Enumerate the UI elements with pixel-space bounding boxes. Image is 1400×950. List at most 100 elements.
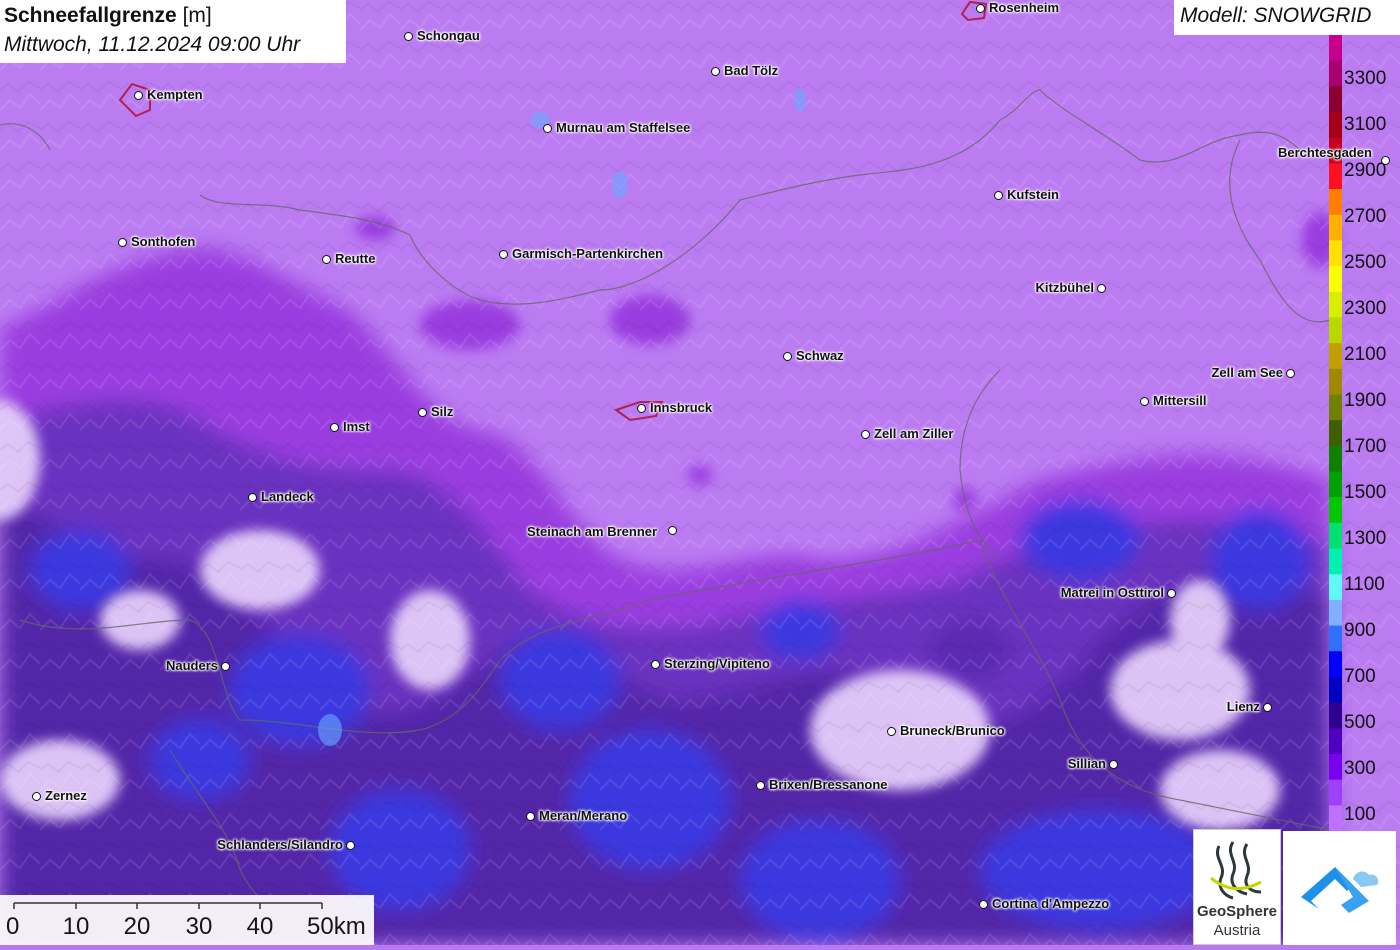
city-dot[interactable]	[1097, 284, 1106, 293]
city-label: Kitzbühel	[1035, 280, 1095, 295]
snow-mountain-icon	[1301, 867, 1379, 913]
city-dot[interactable]	[1381, 156, 1390, 165]
city-dot[interactable]	[668, 526, 677, 535]
legend-label: 2300	[1344, 298, 1387, 319]
city-dot[interactable]	[543, 124, 552, 133]
legend-label: 300	[1344, 758, 1376, 779]
city-dot[interactable]	[526, 812, 535, 821]
city-label: Silz	[431, 404, 454, 419]
city-dot[interactable]	[330, 423, 339, 432]
legend-label: 2500	[1344, 252, 1387, 273]
legend-swatch	[1329, 368, 1342, 395]
scale-tick-label: 20	[123, 913, 151, 940]
legend-label: 500	[1344, 712, 1376, 733]
legend-swatch	[1329, 394, 1342, 421]
legend-swatch	[1329, 60, 1342, 87]
city-dot[interactable]	[248, 493, 257, 502]
legend-swatch	[1329, 86, 1342, 113]
scale-tick-label: 30	[185, 913, 213, 940]
scale-tick-label: 40	[246, 913, 274, 940]
city-dot[interactable]	[783, 352, 792, 361]
city-label: Bruneck/Brunico	[900, 723, 1005, 738]
city-dot[interactable]	[322, 255, 331, 264]
legend-swatch	[1329, 574, 1342, 601]
city-label: Bad Tölz	[724, 63, 779, 78]
legend-swatch	[1329, 548, 1342, 575]
city-label: Innsbruck	[650, 400, 713, 415]
city-label: Meran/Merano	[539, 808, 628, 823]
scale-tick-label: 50km	[307, 913, 366, 940]
city-dot[interactable]	[1286, 369, 1295, 378]
city-dot[interactable]	[756, 781, 765, 790]
city-label: Kufstein	[1007, 187, 1059, 202]
legend-label: 100	[1344, 804, 1376, 825]
app-logo	[1283, 831, 1396, 945]
city-label: Schwaz	[796, 348, 844, 363]
legend-swatch	[1329, 753, 1342, 781]
legend-swatch	[1329, 112, 1342, 139]
city-dot[interactable]	[118, 238, 127, 247]
legend-swatch	[1329, 35, 1342, 62]
city-dot[interactable]	[134, 91, 143, 100]
city-label: Kempten	[147, 87, 203, 102]
city-label: Berchtesgaden	[1278, 145, 1372, 160]
city-dot[interactable]	[1140, 397, 1149, 406]
map-datetime: Mittwoch, 11.12.2024 09:00 Uhr	[4, 33, 301, 56]
city-dot[interactable]	[887, 727, 896, 736]
legend-swatch	[1329, 599, 1342, 627]
legend-swatch	[1329, 625, 1342, 652]
legend-label: 2700	[1344, 206, 1387, 227]
city-dot[interactable]	[499, 250, 508, 259]
city-label: Cortina d'Ampezzo	[992, 896, 1110, 911]
legend-label: 700	[1344, 666, 1376, 687]
legend-swatch	[1329, 497, 1342, 524]
city-dot[interactable]	[651, 660, 660, 669]
city-label: Mittersill	[1153, 393, 1207, 408]
legend-swatch	[1329, 779, 1342, 806]
city-dot[interactable]	[1263, 703, 1272, 712]
legend-swatch	[1329, 163, 1342, 190]
city-label: Garmisch-Partenkirchen	[512, 246, 664, 261]
model-label: Modell: SNOWGRID	[1174, 0, 1400, 35]
city-label: Schlanders/Silandro	[217, 837, 343, 852]
city-dot[interactable]	[221, 662, 230, 671]
legend-swatch	[1329, 651, 1342, 678]
city-dot[interactable]	[1109, 760, 1118, 769]
city-dot[interactable]	[861, 430, 870, 439]
legend-swatch	[1329, 522, 1342, 550]
city-label: Schongau	[417, 28, 480, 43]
snowfall-map[interactable]	[0, 0, 1400, 945]
city-dot[interactable]	[404, 32, 413, 41]
city-label: Zell am Ziller	[874, 426, 954, 441]
legend-swatch	[1329, 343, 1342, 370]
legend-label: 2900	[1344, 160, 1387, 181]
city-label: Brixen/Bressanone	[769, 777, 888, 792]
geosphere-text: GeoSphere	[1196, 903, 1278, 920]
legend-swatch	[1329, 420, 1342, 447]
legend-swatch	[1329, 471, 1342, 498]
city-label: Zernez	[45, 788, 87, 803]
city-dot[interactable]	[418, 408, 427, 417]
legend-swatch	[1329, 445, 1342, 473]
scale-tick-label: 10	[62, 913, 90, 940]
terrain-relief	[0, 0, 1400, 945]
city-dot[interactable]	[32, 792, 41, 801]
city-dot[interactable]	[346, 841, 355, 850]
city-dot[interactable]	[711, 67, 720, 76]
legend-swatch	[1329, 189, 1342, 216]
map-title-box: Schneefallgrenze [m] Mittwoch, 11.12.202…	[0, 0, 346, 63]
city-dot[interactable]	[979, 900, 988, 909]
map-title: Schneefallgrenze [m]	[4, 4, 212, 27]
city-label: Steinach am Brenner	[527, 524, 658, 539]
city-label: Rosenheim	[989, 0, 1060, 15]
city-dot[interactable]	[1167, 589, 1176, 598]
legend-label: 1700	[1344, 436, 1387, 457]
austria-text: Austria	[1213, 922, 1261, 939]
city-label: Lienz	[1226, 699, 1260, 714]
city-label: Imst	[343, 419, 370, 434]
city-dot[interactable]	[994, 191, 1003, 200]
city-label: Zell am See	[1211, 365, 1283, 380]
city-dot[interactable]	[976, 4, 985, 13]
legend-swatch	[1329, 805, 1342, 831]
city-dot[interactable]	[637, 404, 646, 413]
